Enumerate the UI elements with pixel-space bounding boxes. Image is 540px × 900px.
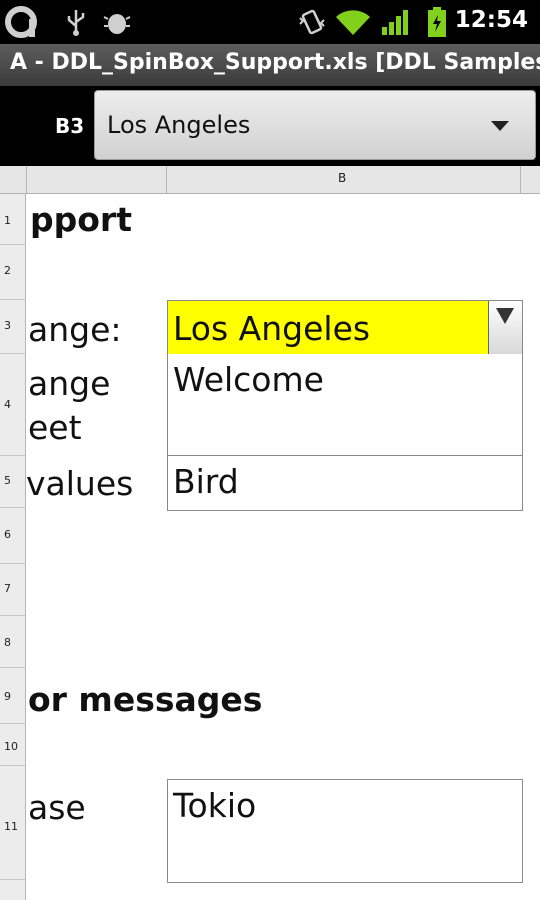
row-number[interactable]: 10 [0,740,26,753]
row-divider [0,507,26,508]
cell-b4[interactable]: Welcome [167,354,523,457]
window-title: A - DDL_SpinBox_Support.xls [DDL Samples… [0,44,540,86]
row-label: ange [28,364,111,403]
row-divider [0,299,26,300]
cell-b3-dropdown[interactable]: Los Angeles [167,300,523,357]
column-divider [166,166,167,194]
wifi-icon [336,10,370,35]
signal-icon [382,10,408,35]
android-debug-icon [103,14,131,34]
section-heading: or messages [28,680,263,719]
column-divider [520,166,521,194]
row-number[interactable]: 8 [0,636,26,649]
cell-reference: B3 [55,114,85,138]
status-bar: 12:54 [0,0,540,44]
section-heading: pport [30,200,132,239]
column-divider [26,166,27,194]
chevron-down-icon[interactable] [491,121,509,131]
dropdown-button[interactable] [488,301,522,354]
battery-icon [428,7,446,37]
row-number[interactable]: 7 [0,582,26,595]
row-divider [0,765,26,766]
cell-value-dropdown[interactable]: Los Angeles [94,90,536,160]
row-number[interactable]: 1 [0,214,26,227]
column-header: B [0,166,540,194]
cell-value: Los Angeles [173,309,371,348]
row-label: ange: [28,310,122,349]
cell-b5[interactable]: Bird [167,455,523,511]
row-label: values [26,464,134,503]
row-header: 1 2 3 4 5 6 7 8 9 10 11 [0,194,26,900]
row-number[interactable]: 11 [0,820,26,833]
cell-value: Welcome [173,360,324,399]
clock: 12:54 [454,7,528,33]
usb-icon [67,10,85,36]
row-divider [0,244,26,245]
row-number[interactable]: 4 [0,398,26,411]
row-number[interactable]: 3 [0,319,26,332]
app-logo-icon [5,6,37,38]
formula-bar: B3 Los Angeles [0,86,540,166]
cell-b11[interactable]: Tokio [167,779,523,883]
triangle-down-icon [496,308,514,324]
row-number[interactable]: 9 [0,690,26,703]
row-divider [0,667,26,668]
column-b-header[interactable]: B [338,171,346,185]
row-divider [0,563,26,564]
row-divider [0,615,26,616]
row-label: ase [28,788,86,827]
row-number[interactable]: 5 [0,474,26,487]
row-number[interactable]: 2 [0,264,26,277]
row-label: eet [28,408,82,447]
cell-value: Tokio [173,786,257,825]
row-divider [0,455,26,456]
row-divider [0,879,26,880]
row-number[interactable]: 6 [0,528,26,541]
dropdown-value: Los Angeles [107,111,251,139]
vibrate-icon [299,9,325,35]
row-divider [0,723,26,724]
row-divider [0,353,26,354]
cell-value: Bird [173,462,239,501]
